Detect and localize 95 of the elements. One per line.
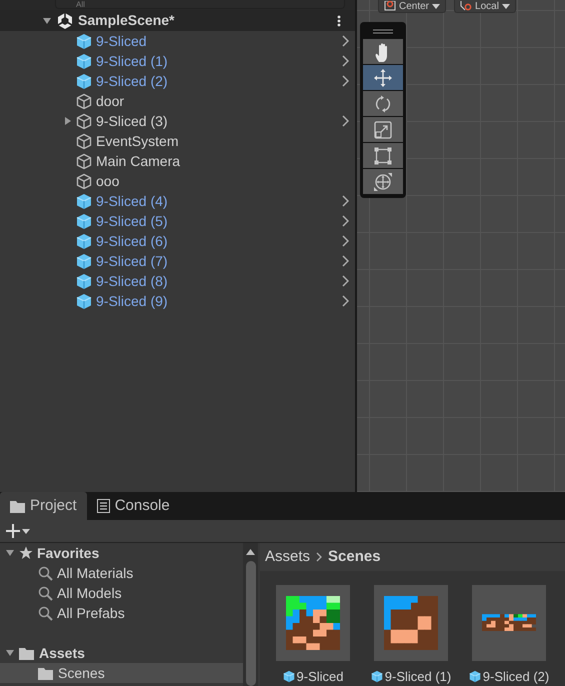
hierarchy-item[interactable]: 9-Sliced (96, 30, 147, 52)
hierarchy-item[interactable]: EventSystem (96, 130, 178, 152)
search-icon (38, 606, 53, 620)
hierarchy-item[interactable]: 9-Sliced (8) (96, 270, 168, 292)
move-icon (373, 68, 393, 88)
tree-item[interactable]: Assets (39, 642, 85, 664)
scroll-up-icon[interactable] (246, 549, 255, 555)
tree-item[interactable]: All Models (57, 582, 122, 604)
asset-name[interactable]: 9-Sliced (1) (384, 666, 452, 686)
hierarchy-item[interactable]: 9-Sliced (2) (96, 70, 168, 92)
expand-arrow-icon (42, 16, 52, 26)
hierarchy-item[interactable]: 9-Sliced (6) (96, 230, 168, 252)
more-options-icon (337, 14, 341, 26)
cube-icon (76, 72, 92, 90)
panel-tab[interactable]: Console (86, 492, 180, 520)
chevron-right-icon (342, 35, 349, 47)
hierarchy-item[interactable]: door (96, 90, 124, 112)
cube-icon (76, 212, 92, 230)
local-space-icon (460, 1, 472, 11)
expand-arrow-icon (63, 116, 73, 126)
tree-item[interactable]: All Materials (57, 562, 134, 584)
cube-icon (370, 670, 383, 683)
pivot-icon (384, 1, 396, 11)
toolbar-dropdown[interactable]: Local (454, 0, 516, 13)
search-icon (38, 586, 53, 600)
search-icon (38, 566, 53, 580)
hierarchy-item[interactable]: ooo (96, 170, 120, 192)
asset-thumbnail[interactable] (276, 584, 350, 660)
caret-icon (432, 4, 440, 8)
rect-tool-icon (373, 146, 393, 166)
hierarchy-item[interactable]: Main Camera (96, 150, 180, 172)
folder-icon (10, 500, 25, 512)
cube-icon (76, 292, 92, 310)
cube-icon (76, 232, 92, 250)
tool-button[interactable] (363, 65, 403, 90)
chevron-right-icon (342, 75, 349, 87)
tool-button[interactable] (363, 169, 403, 194)
hierarchy-item[interactable]: 9-Sliced (3) (96, 110, 168, 132)
asset-name[interactable]: 9-Sliced (2) (482, 666, 550, 686)
plus-icon (6, 524, 20, 538)
chevron-right-icon (316, 552, 322, 562)
tree-item[interactable]: All Prefabs (57, 602, 125, 624)
cube-icon (76, 272, 92, 290)
chevron-right-icon (342, 55, 349, 67)
tool-button[interactable] (363, 91, 403, 116)
hierarchy-item[interactable]: 9-Sliced (7) (96, 250, 168, 272)
asset-name[interactable]: 9-Sliced (296, 666, 344, 686)
cube-icon (76, 132, 92, 150)
caret-icon (22, 528, 30, 534)
cube-icon (76, 92, 92, 110)
hierarchy-item[interactable]: 9-Sliced (9) (96, 290, 168, 312)
chevron-right-icon (342, 275, 349, 287)
cube-icon (468, 670, 481, 683)
star-icon (19, 546, 33, 560)
cube-icon (76, 152, 92, 170)
panel-tab[interactable]: Project (0, 492, 87, 520)
search-field[interactable]: All (55, 0, 345, 9)
toolbar-dropdown[interactable]: Center (378, 0, 446, 13)
tool-button[interactable] (363, 117, 403, 142)
hierarchy-item[interactable]: 9-Sliced (1) (96, 50, 168, 72)
hierarchy-item[interactable]: 9-Sliced (4) (96, 190, 168, 212)
expand-arrow-icon (5, 648, 15, 658)
cube-icon (76, 112, 92, 130)
expand-arrow-icon (5, 548, 15, 558)
scale-icon (373, 120, 393, 140)
chevron-right-icon (342, 295, 349, 307)
chevron-right-icon (342, 115, 349, 127)
tool-button[interactable] (363, 39, 403, 64)
transform-icon (373, 172, 393, 192)
drag-handle-icon (373, 28, 393, 34)
cube-icon (76, 52, 92, 70)
asset-thumbnail[interactable] (472, 584, 546, 660)
folder-icon (38, 666, 54, 680)
tool-button[interactable] (363, 143, 403, 168)
cube-icon (76, 172, 92, 190)
add-button[interactable] (6, 524, 30, 538)
cube-icon (282, 670, 295, 683)
scene-view[interactable]: Center Local (357, 0, 565, 492)
rotate-icon (373, 94, 393, 114)
chevron-right-icon (342, 195, 349, 207)
chevron-right-icon (342, 255, 349, 267)
asset-thumbnail[interactable] (374, 584, 448, 660)
hierarchy-item[interactable]: 9-Sliced (5) (96, 210, 168, 232)
cube-icon (76, 192, 92, 210)
breadcrumb-item[interactable]: Assets (265, 546, 310, 568)
console-icon (96, 499, 110, 513)
folder-icon (19, 646, 35, 660)
cube-icon (76, 32, 92, 50)
tree-item[interactable]: Favorites (37, 543, 100, 564)
breadcrumb-item[interactable]: Scenes (328, 546, 381, 568)
chevron-right-icon (342, 235, 349, 247)
cube-icon (76, 252, 92, 270)
chevron-right-icon (342, 215, 349, 227)
scrollbar[interactable] (243, 543, 258, 686)
caret-icon (502, 4, 510, 8)
